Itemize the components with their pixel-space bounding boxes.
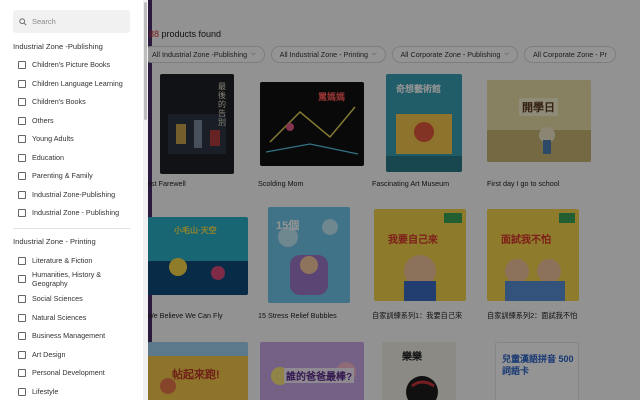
filter-option[interactable]: Lifestyle	[18, 387, 58, 396]
checkbox[interactable]	[18, 171, 26, 180]
filter-option[interactable]: Humanities, History & Geography	[18, 270, 116, 288]
section-divider	[13, 228, 130, 229]
filter-option-label: Business Management	[32, 331, 106, 340]
checkbox[interactable]	[18, 79, 26, 88]
filter-option[interactable]: Others	[18, 116, 54, 125]
checkbox[interactable]	[18, 331, 26, 340]
filter-option[interactable]: Personal Development	[18, 368, 105, 377]
filter-option-label: Children's Books	[32, 97, 86, 106]
filter-option[interactable]: Parenting & Family	[18, 171, 93, 180]
filter-option[interactable]: Education	[18, 153, 64, 162]
sidebar-scrollbar-thumb[interactable]	[144, 2, 147, 120]
filter-search-input[interactable]	[32, 17, 122, 26]
filter-option[interactable]: Children's Picture Books	[18, 60, 110, 69]
checkbox[interactable]	[18, 60, 26, 69]
filter-option-label: Social Sciences	[32, 294, 83, 303]
filter-option-label: Literature & Fiction	[32, 256, 93, 265]
filter-section-title: Industrial Zone - Printing	[13, 237, 96, 246]
filter-option-label: Personal Development	[32, 368, 105, 377]
filter-option-label: Others	[32, 116, 54, 125]
checkbox[interactable]	[18, 368, 26, 377]
search-icon	[19, 17, 27, 26]
filter-option[interactable]: Social Sciences	[18, 294, 83, 303]
checkbox[interactable]	[18, 275, 26, 283]
checkbox[interactable]	[18, 153, 26, 162]
filter-option-label: Education	[32, 153, 64, 162]
filter-search-box[interactable]	[13, 10, 130, 33]
filter-option-label: Children's Picture Books	[32, 60, 111, 69]
checkbox[interactable]	[18, 116, 26, 125]
checkbox[interactable]	[18, 387, 26, 396]
checkbox[interactable]	[18, 350, 26, 359]
filter-option-label: Children Language Learning	[32, 79, 123, 88]
filter-option[interactable]: Natural Sciences	[18, 313, 86, 322]
filter-option[interactable]: Business Management	[18, 331, 105, 340]
checkbox[interactable]	[18, 97, 26, 106]
filter-option-label: Industrial Zone-Publishing	[32, 190, 116, 199]
checkbox[interactable]	[18, 256, 26, 265]
checkbox[interactable]	[18, 208, 26, 217]
checkbox[interactable]	[18, 134, 26, 143]
filter-option[interactable]: Young Adults	[18, 134, 74, 143]
filter-option-label: Young Adults	[32, 134, 74, 143]
filter-option[interactable]: Industrial Zone-Publishing	[18, 190, 115, 199]
filter-option-label: Natural Sciences	[32, 313, 87, 322]
filter-option-label: Industrial Zone - Publishing	[32, 208, 120, 217]
filter-section-title: Industrial Zone -Publishing	[13, 42, 103, 51]
checkbox[interactable]	[18, 190, 26, 199]
filter-option-label: Art Design	[32, 350, 66, 359]
filter-option[interactable]: Industrial Zone - Publishing	[18, 208, 119, 217]
filter-option-label: Parenting & Family	[32, 171, 93, 180]
filter-sidebar: Industrial Zone -Publishing Children's P…	[0, 0, 148, 400]
filter-option-label: Lifestyle	[32, 387, 59, 396]
checkbox[interactable]	[18, 313, 26, 322]
filter-option[interactable]: Art Design	[18, 350, 66, 359]
filter-option-label: Humanities, History & Geography	[32, 270, 102, 288]
checkbox[interactable]	[18, 294, 26, 303]
filter-option[interactable]: Children's Books	[18, 97, 86, 106]
filter-option[interactable]: Children Language Learning	[18, 79, 123, 88]
filter-option[interactable]: Literature & Fiction	[18, 256, 92, 265]
